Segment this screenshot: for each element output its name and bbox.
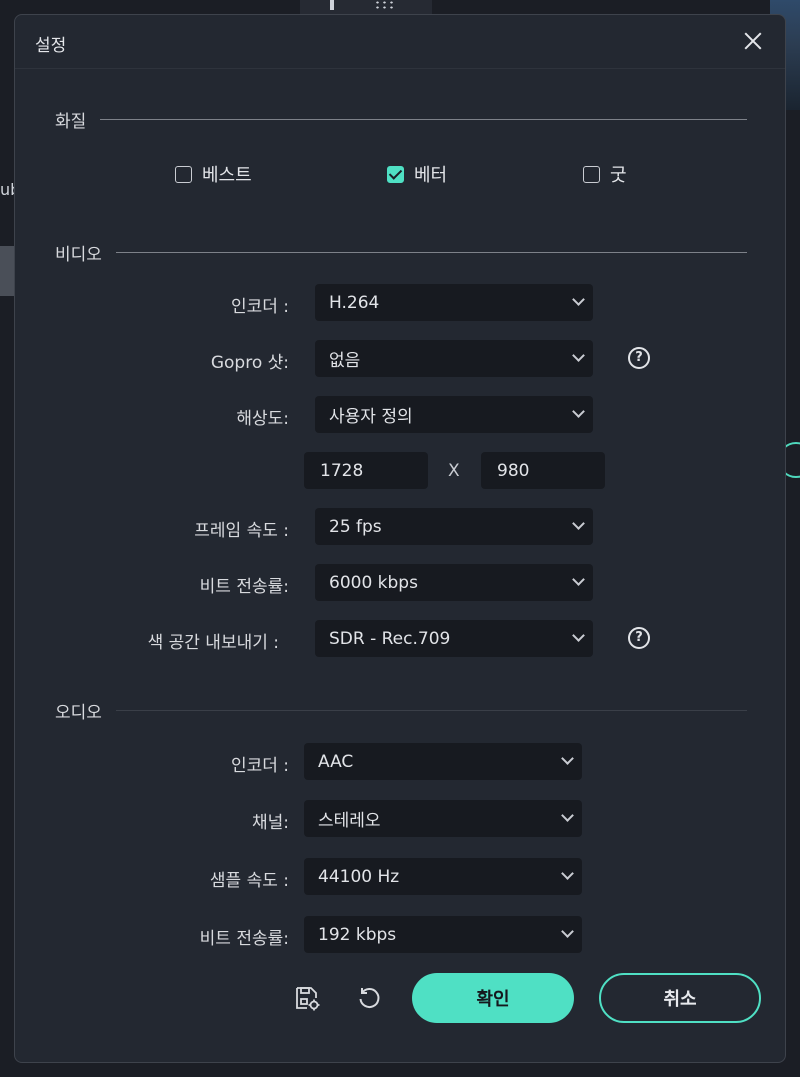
quality-options: 베스트 베터 굿 [15, 159, 787, 186]
quality-best-label: 베스트 [202, 165, 252, 186]
chevron-down-icon [573, 519, 583, 529]
chevron-down-icon [573, 575, 583, 585]
chevron-down-icon [562, 869, 572, 879]
chevron-down-icon [573, 407, 583, 417]
video-heading-label: 비디오 [55, 245, 102, 265]
channel-select[interactable]: 스테레오 [304, 800, 582, 837]
settings-dialog: 설정 화질 베스트 베터 굿 비디오 인코더 : H.264 Gopro 샷: … [14, 14, 786, 1063]
audio-bitrate-value: 192 kbps [318, 924, 397, 945]
quality-good-label: 굿 [610, 165, 627, 186]
divider [115, 252, 747, 253]
quality-heading: 화질 [55, 107, 747, 132]
channel-label: 채널: [251, 813, 289, 833]
quality-best-checkbox[interactable]: 베스트 [175, 161, 252, 187]
gopro-select[interactable]: 없음 [315, 340, 593, 377]
video-encoder-label: 인코더 : [230, 297, 289, 317]
quality-better-label: 베터 [414, 165, 448, 186]
grid-dots-icon [374, 0, 396, 10]
colorspace-select[interactable]: SDR - Rec.709 [315, 620, 593, 657]
chevron-down-icon [562, 754, 572, 764]
audio-heading-label: 오디오 [55, 703, 102, 723]
video-heading: 비디오 [55, 240, 747, 265]
video-encoder-select[interactable]: H.264 [315, 284, 593, 321]
samplerate-select[interactable]: 44100 Hz [304, 858, 582, 895]
audio-bitrate-select[interactable]: 192 kbps [304, 916, 582, 953]
resolution-select[interactable]: 사용자 정의 [315, 396, 593, 433]
chevron-down-icon [562, 927, 572, 937]
video-encoder-value: H.264 [329, 292, 380, 313]
audio-encoder-label: 인코더 : [230, 756, 289, 776]
reset-icon[interactable] [356, 985, 382, 1011]
help-icon[interactable]: ? [628, 627, 650, 649]
divider [115, 710, 747, 711]
colorspace-label: 색 공간 내보내기 : [147, 633, 279, 653]
help-icon[interactable]: ? [628, 347, 650, 369]
resolution-value: 사용자 정의 [329, 407, 413, 427]
samplerate-value: 44100 Hz [318, 866, 400, 887]
background-toolbar [300, 0, 432, 14]
framerate-value: 25 fps [329, 516, 382, 537]
chevron-down-icon [573, 631, 583, 641]
channel-value: 스테레오 [318, 811, 381, 831]
checkbox-unchecked-icon [583, 165, 600, 183]
framerate-label: 프레임 속도 : [194, 521, 289, 541]
dialog-titlebar: 설정 [15, 15, 785, 69]
chevron-down-icon [562, 811, 572, 821]
audio-encoder-value: AAC [318, 751, 354, 772]
save-preset-icon[interactable] [294, 985, 320, 1011]
video-bitrate-value: 6000 kbps [329, 572, 418, 593]
resolution-height-input[interactable] [481, 452, 605, 489]
chevron-down-icon [573, 351, 583, 361]
video-bitrate-label: 비트 전송률: [199, 577, 289, 597]
audio-bitrate-label: 비트 전송률: [199, 929, 289, 949]
chevron-down-icon [573, 295, 583, 305]
background-tab [0, 246, 14, 296]
divider [100, 119, 747, 120]
audio-encoder-select[interactable]: AAC [304, 743, 582, 780]
close-icon[interactable] [741, 29, 765, 53]
gopro-label: Gopro 샷: [210, 353, 289, 373]
checkbox-checked-icon [387, 165, 404, 183]
video-bitrate-select[interactable]: 6000 kbps [315, 564, 593, 601]
cancel-button[interactable]: 취소 [599, 973, 761, 1023]
audio-heading: 오디오 [55, 698, 747, 723]
checkbox-unchecked-icon [175, 165, 192, 183]
framerate-select[interactable]: 25 fps [315, 508, 593, 545]
resolution-x-separator: X [448, 461, 460, 481]
gopro-value: 없음 [329, 351, 361, 371]
samplerate-label: 샘플 속도 : [209, 871, 289, 891]
colorspace-value: SDR - Rec.709 [329, 628, 451, 649]
quality-good-checkbox[interactable]: 굿 [583, 161, 627, 187]
resolution-label: 해상도: [236, 409, 289, 429]
ok-button[interactable]: 확인 [412, 973, 574, 1023]
quality-heading-label: 화질 [55, 112, 87, 132]
resolution-width-input[interactable] [304, 452, 428, 489]
pause-icon [330, 0, 334, 10]
quality-better-checkbox[interactable]: 베터 [387, 161, 447, 187]
dialog-title: 설정 [35, 36, 67, 56]
